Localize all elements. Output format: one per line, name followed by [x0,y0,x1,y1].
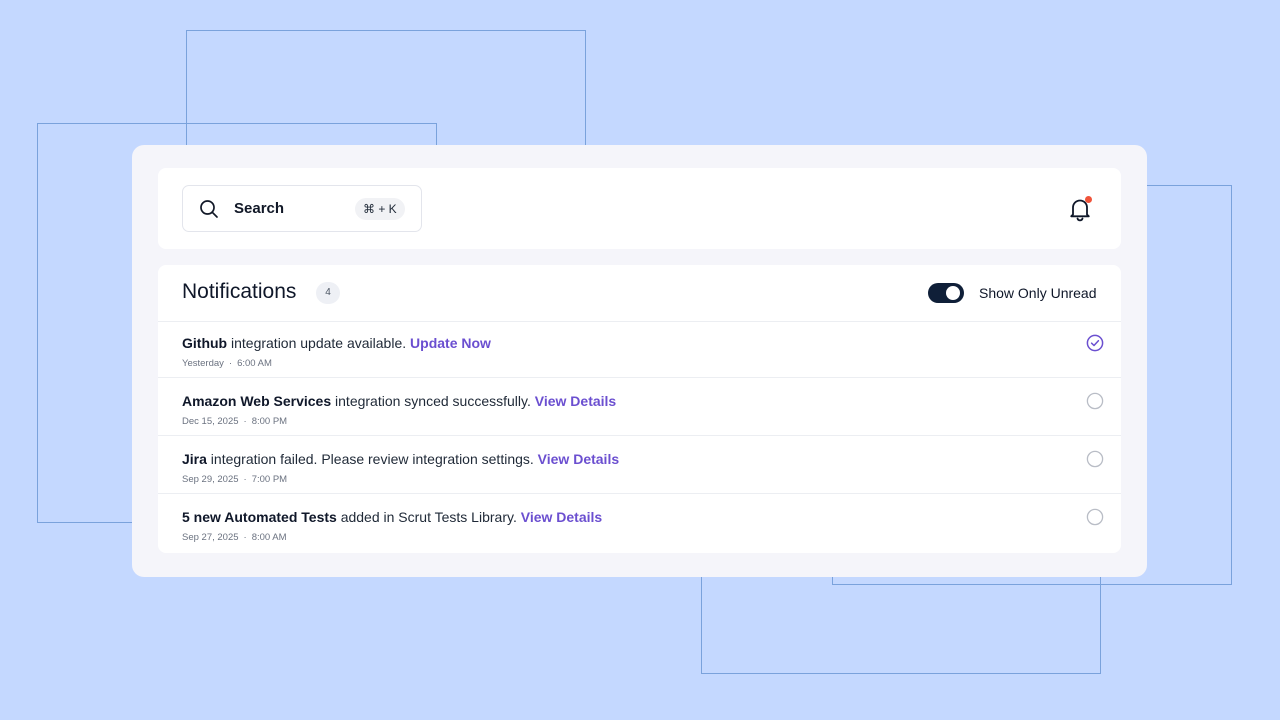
notification-date: Sep 27, 2025 [182,532,239,543]
show-only-unread-toggle[interactable] [928,283,964,303]
view-details-link[interactable]: View Details [538,451,619,467]
notification-row: Jira integration failed. Please review i… [158,437,1121,494]
separator: · [243,532,247,543]
empty-circle-icon [1086,392,1104,410]
notification-count-badge: 4 [316,282,340,304]
update-now-link[interactable]: Update Now [410,335,491,351]
notifications-panel: Notifications 4 Show Only Unread Github … [158,265,1121,553]
notification-text: integration update available. [227,335,411,351]
mark-read-checkbox[interactable] [1086,334,1104,352]
notification-time: 7:00 PM [251,474,288,485]
notification-timestamp: Sep 29, 2025 · 7:00 PM [182,474,287,485]
notification-date: Yesterday [182,358,224,369]
unread-indicator-dot [1085,196,1092,203]
notification-row: Amazon Web Services integration synced s… [158,379,1121,436]
show-only-unread-label[interactable]: Show Only Unread [979,285,1097,301]
notification-timestamp: Yesterday · 6:00 AM [182,358,272,369]
notification-message: Jira integration failed. Please review i… [182,451,619,467]
empty-circle-icon [1086,450,1104,468]
mark-read-checkbox[interactable] [1086,392,1104,410]
notifications-card: Search ⌘ + K Notifications 4 Show Only U… [132,145,1147,577]
notification-message: 5 new Automated Tests added in Scrut Tes… [182,509,602,525]
notification-subject: Amazon Web Services [182,393,332,409]
notification-timestamp: Sep 27, 2025 · 8:00 AM [182,532,287,543]
notification-subject: Github [182,335,228,351]
search-label: Search [234,200,285,217]
notification-timestamp: Dec 15, 2025 · 8:00 PM [182,416,287,427]
mark-read-checkbox[interactable] [1086,450,1104,468]
toggle-knob [946,286,960,300]
view-details-link[interactable]: View Details [535,393,616,409]
notification-row: Github integration update available. Upd… [158,321,1121,378]
search-icon [199,199,219,219]
notification-subject: 5 new Automated Tests [182,509,337,525]
notifications-header: Notifications 4 Show Only Unread [158,265,1121,322]
notification-date: Dec 15, 2025 [182,416,239,427]
notification-time: 8:00 AM [251,532,287,543]
notification-time: 8:00 PM [251,416,288,427]
notification-subject: Jira [182,451,207,467]
notification-text: integration synced successfully. [331,393,535,409]
notification-message: Github integration update available. Upd… [182,335,491,351]
separator: · [243,474,247,485]
notification-time: 6:00 AM [237,358,272,369]
notification-row: 5 new Automated Tests added in Scrut Tes… [158,495,1121,552]
search-input[interactable]: Search ⌘ + K [182,185,422,232]
mark-read-checkbox[interactable] [1086,508,1104,526]
notifications-bell-button[interactable] [1067,196,1093,222]
notification-date: Sep 29, 2025 [182,474,239,485]
view-details-link[interactable]: View Details [521,509,602,525]
notification-message: Amazon Web Services integration synced s… [182,393,616,409]
separator: · [228,358,233,369]
notification-text: integration failed. Please review integr… [206,451,538,467]
check-circle-icon [1086,334,1104,352]
keyboard-shortcut-badge: ⌘ + K [355,198,405,220]
page-title: Notifications [182,280,297,303]
top-bar: Search ⌘ + K [158,168,1121,249]
separator: · [243,416,247,427]
empty-circle-icon [1086,508,1104,526]
notification-text: added in Scrut Tests Library. [336,509,521,525]
